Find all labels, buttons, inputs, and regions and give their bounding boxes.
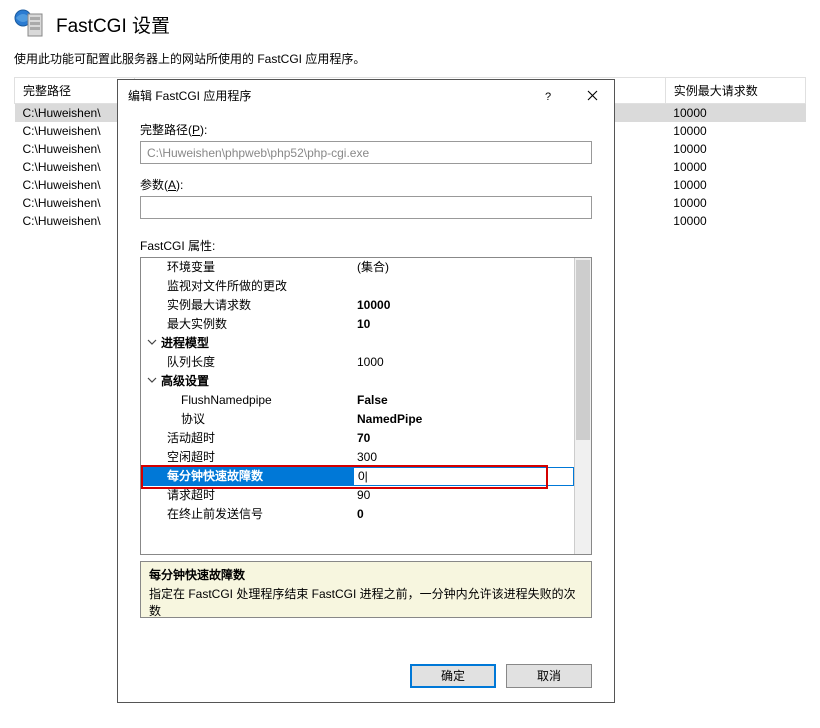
- property-name: 最大实例数: [141, 315, 353, 334]
- property-grid[interactable]: 环境变量(集合)监视对文件所做的更改实例最大请求数10000最大实例数10进程模…: [140, 257, 592, 555]
- args-input[interactable]: [140, 196, 592, 219]
- highlight-annotation: [141, 465, 548, 489]
- property-name: FlushNamedpipe: [141, 391, 353, 410]
- property-value[interactable]: False: [353, 391, 574, 410]
- property-name: 监视对文件所做的更改: [141, 277, 353, 296]
- property-row[interactable]: 实例最大请求数10000: [141, 296, 574, 315]
- property-row[interactable]: 在终止前发送信号0: [141, 505, 574, 524]
- scrollbar-thumb[interactable]: [576, 260, 590, 440]
- property-value[interactable]: 1000: [353, 353, 574, 372]
- property-name: 协议: [141, 410, 353, 429]
- property-name: 高级设置: [141, 372, 353, 391]
- property-name: 在终止前发送信号: [141, 505, 353, 524]
- help-button[interactable]: ?: [526, 81, 570, 111]
- property-row[interactable]: 协议NamedPipe: [141, 410, 574, 429]
- col-maxreq-header[interactable]: 实例最大请求数: [665, 78, 805, 104]
- property-name: 环境变量: [141, 258, 353, 277]
- expand-icon[interactable]: [145, 372, 159, 391]
- help-text: 指定在 FastCGI 处理程序结束 FastCGI 进程之前，一分钟内允许该进…: [149, 585, 583, 619]
- props-label: FastCGI 属性:: [140, 237, 592, 254]
- fullpath-input[interactable]: [140, 141, 592, 164]
- dialog-titlebar[interactable]: 编辑 FastCGI 应用程序 ?: [118, 80, 614, 111]
- page-header: FastCGI 设置: [0, 0, 820, 44]
- expand-icon[interactable]: [145, 334, 159, 353]
- property-value[interactable]: 70: [353, 429, 574, 448]
- close-button[interactable]: [570, 81, 614, 111]
- property-value[interactable]: NamedPipe: [353, 410, 574, 429]
- property-name: 实例最大请求数: [141, 296, 353, 315]
- help-panel: 每分钟快速故障数 指定在 FastCGI 处理程序结束 FastCGI 进程之前…: [140, 561, 592, 618]
- ok-button[interactable]: 确定: [410, 664, 496, 688]
- cancel-button[interactable]: 取消: [506, 664, 592, 688]
- scrollbar[interactable]: [574, 258, 591, 554]
- property-name: 进程模型: [141, 334, 353, 353]
- help-title: 每分钟快速故障数: [149, 566, 583, 583]
- property-row[interactable]: 环境变量(集合): [141, 258, 574, 277]
- page-title: FastCGI 设置: [56, 11, 170, 38]
- property-value[interactable]: (集合): [353, 258, 574, 277]
- dialog-title: 编辑 FastCGI 应用程序: [128, 87, 526, 104]
- property-value[interactable]: 10000: [353, 296, 574, 315]
- edit-fastcgi-dialog: 编辑 FastCGI 应用程序 ? 完整路径(P): 参数(A): FastCG…: [117, 79, 615, 703]
- svg-text:?: ?: [545, 91, 551, 102]
- property-row[interactable]: 活动超时70: [141, 429, 574, 448]
- server-icon: [14, 8, 46, 40]
- property-row[interactable]: 最大实例数10: [141, 315, 574, 334]
- property-category[interactable]: 高级设置: [141, 372, 574, 391]
- fullpath-label: 完整路径(P):: [140, 121, 592, 138]
- property-row[interactable]: FlushNamedpipeFalse: [141, 391, 574, 410]
- property-value[interactable]: 10: [353, 315, 574, 334]
- args-label: 参数(A):: [140, 176, 592, 193]
- property-value[interactable]: [353, 277, 574, 296]
- property-row[interactable]: 队列长度1000: [141, 353, 574, 372]
- property-category[interactable]: 进程模型: [141, 334, 574, 353]
- property-name: 队列长度: [141, 353, 353, 372]
- property-name: 活动超时: [141, 429, 353, 448]
- property-value[interactable]: 0: [353, 505, 574, 524]
- page-description: 使用此功能可配置此服务器上的网站所使用的 FastCGI 应用程序。: [0, 44, 820, 77]
- property-row[interactable]: 监视对文件所做的更改: [141, 277, 574, 296]
